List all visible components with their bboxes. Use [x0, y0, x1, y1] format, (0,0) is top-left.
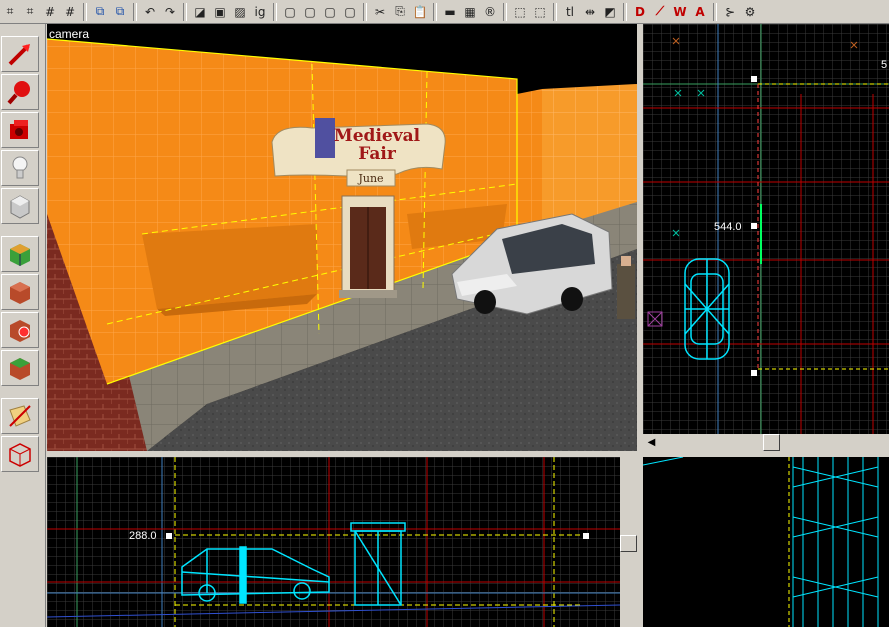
front-view-coordinate: 288.0: [129, 530, 157, 542]
camera-viewport[interactable]: Medieval Fair June camera: [47, 24, 637, 451]
top-view-coordinate: 544.0: [714, 221, 742, 233]
undo-icon[interactable]: ↶: [140, 2, 160, 22]
overlay-tool-button[interactable]: [1, 350, 39, 386]
entity-tool-icon: [12, 156, 28, 179]
block-tool-button[interactable]: [1, 188, 39, 224]
paste-icon[interactable]: 📋: [410, 2, 430, 22]
group-icon[interactable]: ▣: [210, 2, 230, 22]
grid-3d-icon[interactable]: ⌗: [20, 2, 40, 22]
replace-textures-icon[interactable]: ®: [480, 2, 500, 22]
block-tool-icon: [10, 195, 30, 219]
toolbar-separator: [273, 2, 277, 21]
selection-tool-button[interactable]: [1, 36, 39, 72]
ungroup-icon[interactable]: ▨: [230, 2, 250, 22]
overlay-tool-icon: [10, 358, 30, 380]
tools-palette: [0, 24, 46, 627]
side-viewport[interactable]: [643, 457, 889, 627]
front-view-drawing: [47, 457, 621, 627]
toolbar-separator: [363, 2, 367, 21]
top-view-horizontal-scrollbar[interactable]: ◀: [643, 434, 889, 451]
toolbar-separator: [183, 2, 187, 21]
front-scroll-thumb[interactable]: [620, 535, 637, 552]
run-map-icon[interactable]: A: [690, 2, 710, 22]
toolbar-separator: [713, 2, 717, 21]
main-toolbar: ⌗ ⌗ # # ⧉ ⧉ ↶ ↷ ◪ ▣ ▨ ig ▢ ▢ ▢ ▢ ✂ ⎘ 📋 ▬ ▦ ® ⬚ ⬚ tl ⇹ ◩ D ⟋ W A ⊱ ⚙: [0, 0, 889, 24]
side-view-drawing: [643, 457, 889, 627]
copy-selection-icon[interactable]: ⧉: [90, 2, 110, 22]
vertex-tool-icon: [9, 443, 31, 467]
toolbar-separator: [433, 2, 437, 21]
texture-apply-icon[interactable]: ▦: [460, 2, 480, 22]
grid-smaller-icon[interactable]: #: [40, 2, 60, 22]
top-view-corner-coordinate: 5: [881, 59, 888, 71]
copy-icon[interactable]: ⎘: [390, 2, 410, 22]
scroll-left-icon[interactable]: ◀: [643, 434, 660, 451]
top-view-drawing: [643, 24, 889, 434]
apply-texture-icon: [10, 282, 30, 304]
toolbar-separator: [503, 2, 507, 21]
wireframe-icon[interactable]: ▢: [340, 2, 360, 22]
clipping-tool-button[interactable]: [1, 398, 39, 434]
decal-tool-icon: [10, 320, 30, 342]
sign-line-2: Fair: [358, 144, 397, 164]
align-icon[interactable]: ⇹: [580, 2, 600, 22]
check-problems-icon[interactable]: ⟋: [650, 2, 670, 22]
redo-icon[interactable]: ↷: [160, 2, 180, 22]
top-viewport[interactable]: 544.0 5 ◀: [643, 24, 889, 451]
camera-tool-button[interactable]: [1, 112, 39, 148]
magnify-tool-icon: [7, 81, 30, 105]
texture-application-button[interactable]: [1, 236, 39, 272]
sign-line-3: June: [357, 172, 383, 185]
hollow-icon[interactable]: ▢: [320, 2, 340, 22]
hide-selection-icon[interactable]: ▢: [280, 2, 300, 22]
camera-tool-icon: [10, 120, 28, 139]
entity-report-icon[interactable]: D: [630, 2, 650, 22]
show-all-icon[interactable]: ▢: [300, 2, 320, 22]
paste-special-icon[interactable]: ⧉: [110, 2, 130, 22]
camera-label: camera: [49, 27, 89, 41]
select-dashed-icon[interactable]: ⬚: [530, 2, 550, 22]
magnify-tool-button[interactable]: [1, 74, 39, 110]
texture-application-icon: [10, 244, 30, 266]
vertex-tool-button[interactable]: [1, 436, 39, 472]
toolbar-separator: [623, 2, 627, 21]
toolbar-separator: [133, 2, 137, 21]
sign-line-1: Medieval: [334, 126, 421, 146]
selection-tool-icon: [8, 44, 30, 66]
carve-icon[interactable]: ◪: [190, 2, 210, 22]
options-icon[interactable]: ⚙: [740, 2, 760, 22]
grid-larger-icon[interactable]: #: [60, 2, 80, 22]
toolbar-separator: [553, 2, 557, 21]
entity-tool-button[interactable]: [1, 150, 39, 186]
select-box-icon[interactable]: ⬚: [510, 2, 530, 22]
cut-icon[interactable]: ✂: [370, 2, 390, 22]
camera-scene: Medieval Fair June camera: [47, 24, 637, 451]
decal-tool-button[interactable]: [1, 312, 39, 348]
grid-toggle-icon[interactable]: ⌗: [0, 2, 20, 22]
apply-texture-button[interactable]: [1, 274, 39, 310]
scroll-thumb[interactable]: [763, 434, 780, 451]
front-view-vertical-scrollbar[interactable]: [620, 457, 637, 627]
toolbar-separator: [83, 2, 87, 21]
tl-label[interactable]: tl: [560, 2, 580, 22]
front-viewport[interactable]: 288.0: [47, 457, 637, 627]
flip-icon[interactable]: ◩: [600, 2, 620, 22]
texture-lock-icon[interactable]: ▬: [440, 2, 460, 22]
clipping-tool-icon: [9, 405, 31, 427]
ignore-groups-label[interactable]: ig: [250, 2, 270, 22]
map-properties-icon[interactable]: W: [670, 2, 690, 22]
transform-icon[interactable]: ⊱: [720, 2, 740, 22]
